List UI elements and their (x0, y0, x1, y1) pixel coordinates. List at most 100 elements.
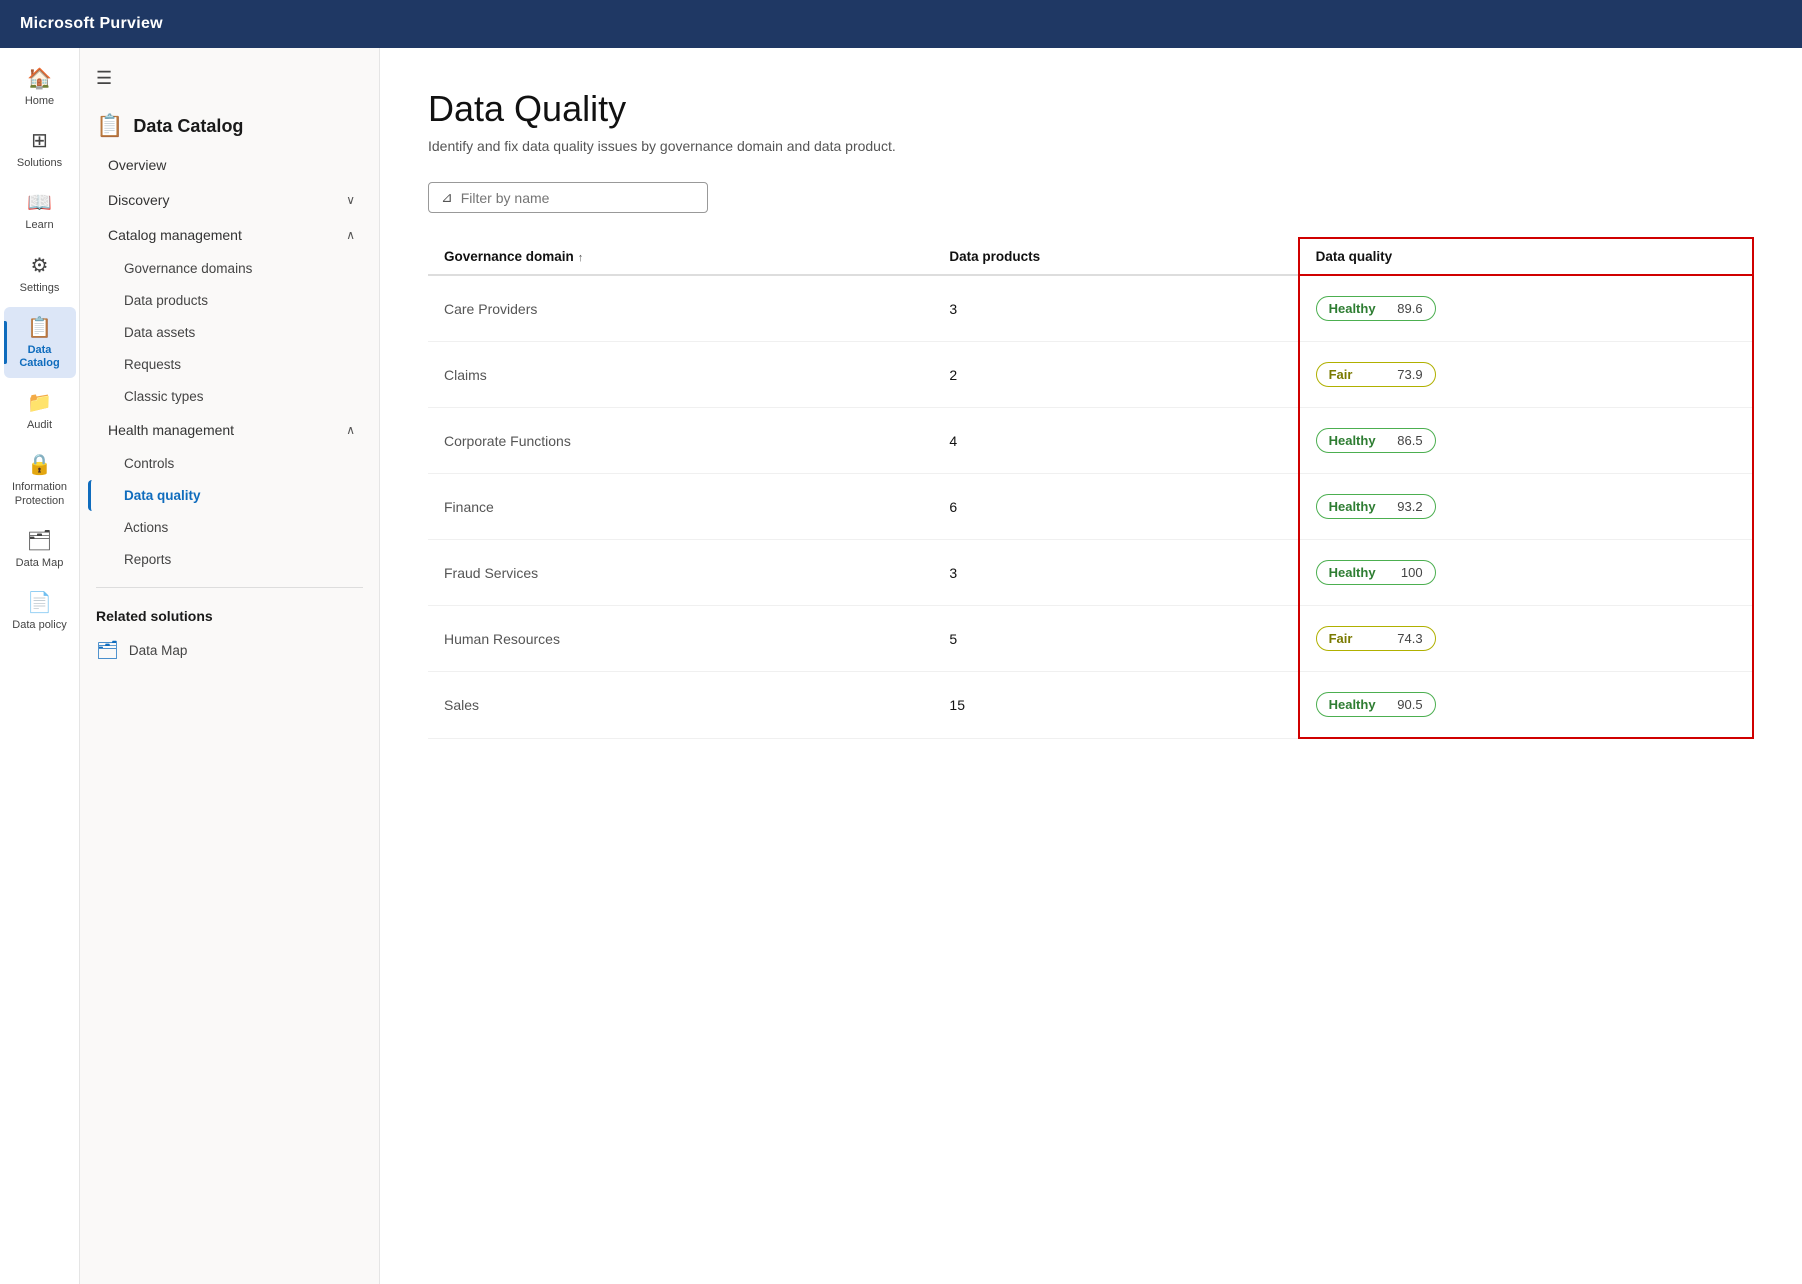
nav-sub-item-classic-types[interactable]: Classic types (88, 381, 371, 412)
cell-quality-0: Healthy89.6 (1299, 275, 1753, 342)
rail-item-solutions[interactable]: ⊞ Solutions (4, 120, 76, 178)
cell-products-6: 15 (933, 672, 1298, 739)
chevron-health-management[interactable]: ∧ (346, 423, 355, 437)
data-policy-icon: 📄 (27, 590, 52, 615)
rail-item-settings[interactable]: ⚙ Settings (4, 245, 76, 303)
table-row: Care Providers3 Healthy89.6 (428, 275, 1753, 342)
nav-label-health-management: Health management (108, 422, 234, 438)
rail-item-data-policy[interactable]: 📄 Data policy (4, 582, 76, 640)
chevron-catalog-management[interactable]: ∧ (346, 228, 355, 242)
rail-label-info-protection: Information Protection (10, 481, 70, 507)
rail-label-learn: Learn (25, 219, 53, 232)
rail-item-audit[interactable]: 📁 Audit (4, 382, 76, 440)
page-title: Data Quality (428, 88, 1754, 130)
related-solutions-title: Related solutions (80, 600, 379, 632)
hamburger-menu[interactable]: ☰ (80, 60, 379, 97)
rail-item-data-catalog[interactable]: 📋Data Catalog (4, 307, 76, 378)
nav-sub-item-governance-domains[interactable]: Governance domains (88, 253, 371, 284)
filter-input[interactable] (461, 190, 695, 206)
badge-score-6: 90.5 (1397, 697, 1422, 712)
rail-label-solutions: Solutions (17, 157, 62, 170)
rail-item-info-protection[interactable]: 🔒 Information Protection (4, 444, 76, 515)
nav-label-discovery: Discovery (108, 192, 169, 208)
solutions-icon: ⊞ (31, 128, 48, 153)
nav-sub-item-reports[interactable]: Reports (88, 544, 371, 575)
quality-badge-5: Fair 74.3 (1316, 626, 1436, 651)
quality-badge-6: Healthy 90.5 (1316, 692, 1436, 717)
table-row: Corporate Functions4 Healthy 86.5 (428, 408, 1753, 474)
data-catalog-icon: 📋 (27, 315, 52, 340)
info-protection-icon: 🔒 (27, 452, 52, 477)
badge-label-0: Healthy (1329, 301, 1376, 316)
nav-sub-item-actions[interactable]: Actions (88, 512, 371, 543)
settings-icon: ⚙ (31, 253, 49, 278)
rail-label-settings: Settings (20, 282, 60, 295)
nav-sub-item-requests[interactable]: Requests (88, 349, 371, 380)
badge-label-2: Healthy (1329, 433, 1376, 448)
cell-quality-3: Healthy 93.2 (1299, 474, 1753, 540)
nav-label-catalog-management: Catalog management (108, 227, 242, 243)
nav-sub-item-data-assets[interactable]: Data assets (88, 317, 371, 348)
cell-products-3: 6 (933, 474, 1298, 540)
cell-products-2: 4 (933, 408, 1298, 474)
main-content: Data Quality Identify and fix data quali… (380, 48, 1802, 1284)
sort-icon: ↑ (578, 252, 584, 264)
rail-item-home[interactable]: 🏠Home (4, 58, 76, 116)
table-row: Claims2Fair73.9 (428, 342, 1753, 408)
th-domain[interactable]: Governance domain↑ (428, 238, 933, 275)
nav-item-catalog-management[interactable]: Catalog management ∧ (88, 218, 371, 252)
cell-products-0: 3 (933, 275, 1298, 342)
cell-products-4: 3 (933, 540, 1298, 606)
cell-quality-4: Healthy100 (1299, 540, 1753, 606)
cell-domain-6: Sales (428, 672, 933, 739)
nav-sub-item-controls[interactable]: Controls (88, 448, 371, 479)
related-item-data-map[interactable]: 🗂 Data Map (80, 632, 379, 669)
data-map-icon: 🗂 (96, 640, 119, 661)
cell-domain-4: Fraud Services (428, 540, 933, 606)
nav-items: Overview Discovery ∨ Catalog management ∧ Gov… (80, 148, 379, 575)
cell-domain-2: Corporate Functions (428, 408, 933, 474)
cell-domain-1: Claims (428, 342, 933, 408)
rail-item-data-map[interactable]: 🗂Data Map (4, 520, 76, 578)
icon-rail: 🏠Home ⊞ Solutions 📖 Learn ⚙ Settings 📋Data Cata… (0, 48, 80, 1284)
cell-domain-3: Finance (428, 474, 933, 540)
badge-label-3: Healthy (1329, 499, 1376, 514)
badge-score-1: 73.9 (1397, 367, 1422, 382)
badge-label-4: Healthy (1329, 565, 1376, 580)
quality-badge-0: Healthy89.6 (1316, 296, 1436, 321)
filter-input-wrap[interactable]: ⊿ (428, 182, 708, 213)
badge-label-6: Healthy (1329, 697, 1376, 712)
chevron-discovery[interactable]: ∨ (346, 193, 355, 207)
nav-label-overview: Overview (108, 157, 166, 173)
nav-item-health-management[interactable]: Health management ∧ (88, 413, 371, 447)
app-body: 🏠Home ⊞ Solutions 📖 Learn ⚙ Settings 📋Data Cata… (0, 48, 1802, 1284)
audit-icon: 📁 (27, 390, 52, 415)
active-bar (4, 321, 7, 364)
quality-badge-4: Healthy100 (1316, 560, 1436, 585)
nav-sub-item-data-quality[interactable]: Data quality (88, 480, 371, 511)
related-item-label: Data Map (129, 643, 188, 658)
data-quality-table: Governance domain↑Data productsData qual… (428, 237, 1754, 739)
nav-item-overview[interactable]: Overview (88, 148, 371, 182)
badge-score-3: 93.2 (1397, 499, 1422, 514)
rail-label-audit: Audit (27, 419, 52, 432)
cell-domain-0: Care Providers (428, 275, 933, 342)
nav-divider (96, 587, 363, 588)
rail-label-home: Home (25, 95, 54, 108)
data-map-icon: 🗂 (27, 528, 52, 553)
left-nav: ☰ 📋 Data Catalog OverviewDiscovery∨Catal… (80, 48, 380, 1284)
nav-item-discovery[interactable]: Discovery ∨ (88, 183, 371, 217)
nav-sub-item-data-products[interactable]: Data products (88, 285, 371, 316)
rail-label-data-policy: Data policy (12, 619, 66, 632)
badge-label-5: Fair (1329, 631, 1353, 646)
badge-score-5: 74.3 (1397, 631, 1422, 646)
data-catalog-icon: 📋 (96, 113, 123, 139)
rail-item-learn[interactable]: 📖 Learn (4, 182, 76, 240)
filter-icon: ⊿ (441, 189, 453, 206)
table-body: Care Providers3Healthy89.6Claims2Fair73.… (428, 275, 1753, 738)
table-header-row: Governance domain↑Data productsData qual… (428, 238, 1753, 275)
quality-badge-3: Healthy 93.2 (1316, 494, 1436, 519)
learn-icon: 📖 (27, 190, 52, 215)
page-subtitle: Identify and fix data quality issues by … (428, 138, 1754, 154)
badge-score-2: 86.5 (1397, 433, 1422, 448)
